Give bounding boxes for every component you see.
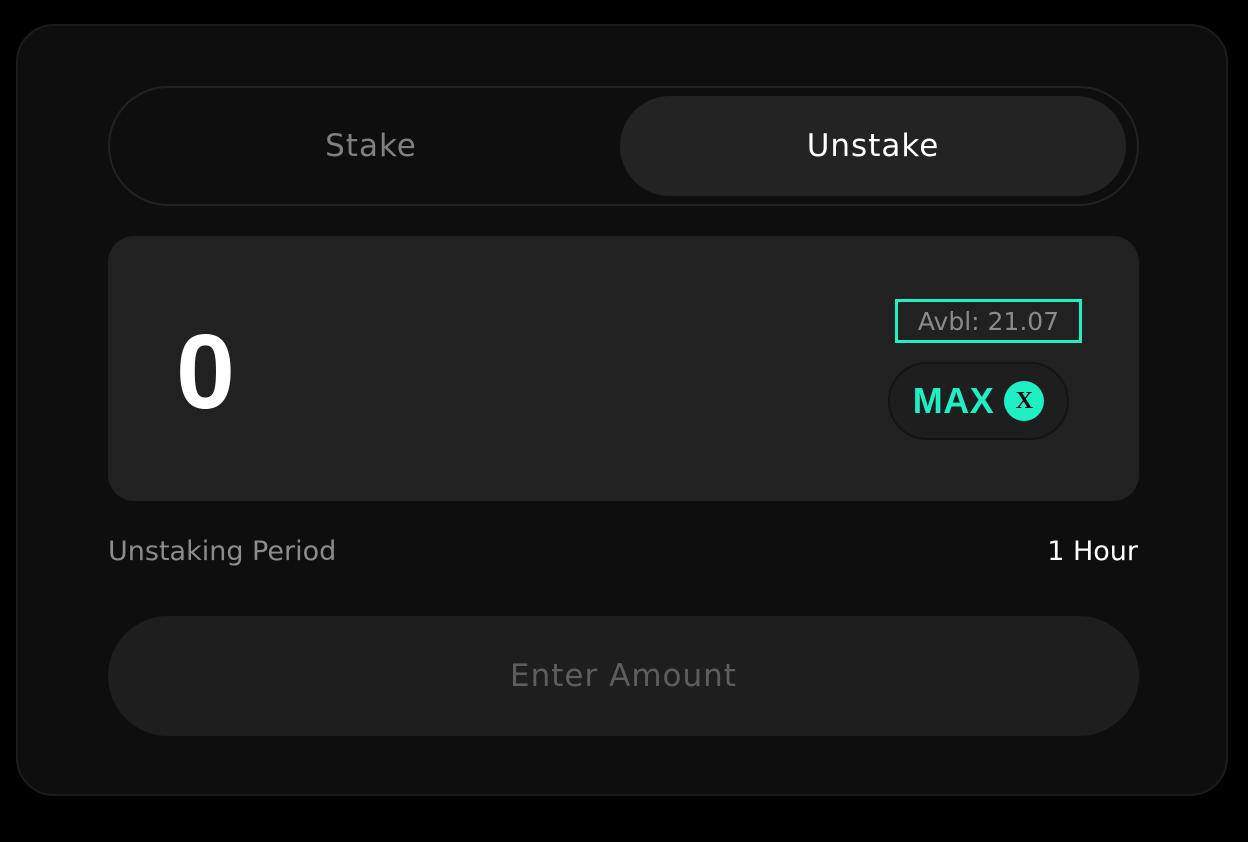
tab-unstake[interactable]: Unstake bbox=[620, 96, 1126, 196]
stake-unstake-toggle: Stake Unstake bbox=[108, 86, 1139, 206]
amount-input-panel[interactable]: 0 Avbl: 21.07 MAX X bbox=[108, 236, 1139, 501]
token-x-icon: X bbox=[1004, 381, 1045, 421]
unstaking-period-label: Unstaking Period bbox=[108, 536, 337, 567]
unstaking-period-value: 1 Hour bbox=[1047, 536, 1138, 567]
max-button[interactable]: MAX X bbox=[888, 362, 1069, 440]
enter-amount-button[interactable]: Enter Amount bbox=[108, 616, 1139, 736]
amount-value[interactable]: 0 bbox=[176, 312, 235, 432]
tab-stake[interactable]: Stake bbox=[118, 96, 624, 196]
available-balance: Avbl: 21.07 bbox=[895, 299, 1082, 343]
max-label: MAX bbox=[912, 380, 995, 421]
